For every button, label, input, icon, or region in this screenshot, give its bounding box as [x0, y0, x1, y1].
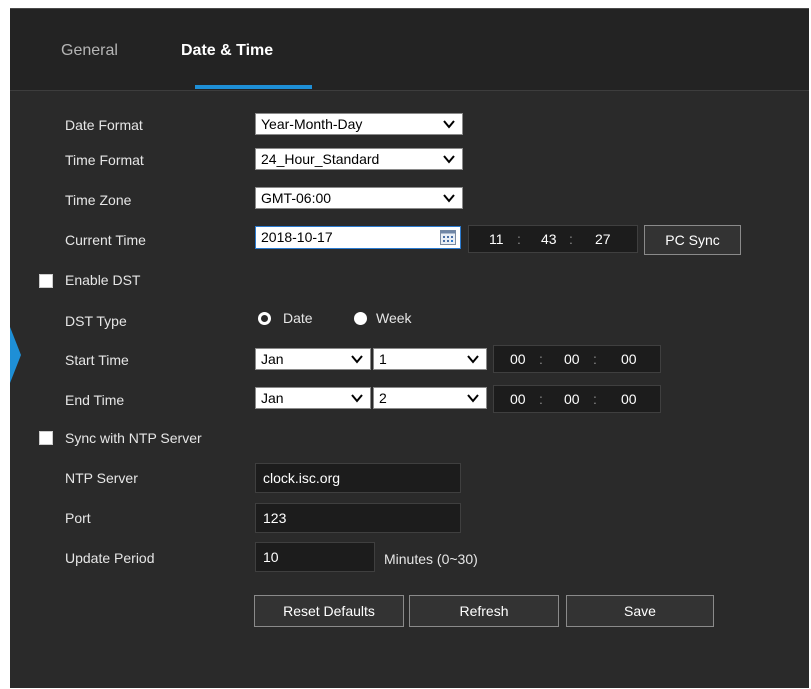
- chevron-down-icon: [467, 394, 479, 403]
- chevron-down-icon: [351, 355, 363, 364]
- chevron-down-icon: [443, 155, 455, 164]
- settings-panel: General Date & Time Date Format Year-Mon…: [10, 8, 809, 688]
- chevron-down-icon: [443, 194, 455, 203]
- tab-bar: General Date & Time: [10, 9, 809, 91]
- sync-ntp-label: Sync with NTP Server: [65, 430, 202, 446]
- reset-defaults-button[interactable]: Reset Defaults: [254, 595, 404, 627]
- time-separator: :: [539, 391, 543, 407]
- current-date-value: 2018-10-17: [261, 229, 333, 245]
- end-time-clock[interactable]: 00 : 00 : 00: [493, 385, 661, 413]
- update-period-unit: Minutes (0~30): [384, 551, 478, 567]
- end-time-label: End Time: [65, 392, 125, 408]
- time-format-value: 24_Hour_Standard: [261, 151, 380, 167]
- end-day-value: 2: [379, 390, 387, 406]
- current-date-input[interactable]: 2018-10-17: [255, 226, 461, 249]
- dst-type-date-label: Date: [283, 310, 313, 326]
- chevron-down-icon: [443, 120, 455, 129]
- current-minute[interactable]: 43: [541, 226, 557, 252]
- port-label: Port: [65, 510, 91, 526]
- dst-type-label: DST Type: [65, 313, 127, 329]
- calendar-icon[interactable]: [440, 230, 456, 245]
- time-separator: :: [517, 231, 521, 247]
- start-hour[interactable]: 00: [510, 346, 526, 372]
- time-zone-select[interactable]: GMT-06:00: [255, 187, 463, 209]
- date-format-label: Date Format: [65, 117, 143, 133]
- start-minute[interactable]: 00: [564, 346, 580, 372]
- current-time-clock[interactable]: 11 : 43 : 27: [468, 225, 638, 253]
- ntp-server-input[interactable]: clock.isc.org: [255, 463, 461, 493]
- current-time-label: Current Time: [65, 232, 146, 248]
- save-button[interactable]: Save: [566, 595, 714, 627]
- end-second[interactable]: 00: [621, 386, 637, 412]
- date-format-value: Year-Month-Day: [261, 116, 363, 132]
- time-zone-value: GMT-06:00: [261, 190, 332, 206]
- tab-date-time[interactable]: Date & Time: [181, 41, 273, 65]
- start-day-select[interactable]: 1: [373, 348, 487, 370]
- time-separator: :: [593, 391, 597, 407]
- update-period-input[interactable]: 10: [255, 542, 375, 572]
- tab-general[interactable]: General: [61, 41, 118, 65]
- time-separator: :: [569, 231, 573, 247]
- start-day-value: 1: [379, 351, 387, 367]
- date-format-select[interactable]: Year-Month-Day: [255, 113, 463, 135]
- start-month-value: Jan: [261, 351, 284, 367]
- end-minute[interactable]: 00: [564, 386, 580, 412]
- ntp-server-label: NTP Server: [65, 470, 138, 486]
- chevron-down-icon: [467, 355, 479, 364]
- time-format-select[interactable]: 24_Hour_Standard: [255, 148, 463, 170]
- end-day-select[interactable]: 2: [373, 387, 487, 409]
- current-second[interactable]: 27: [595, 226, 611, 252]
- chevron-down-icon: [351, 394, 363, 403]
- dst-type-week-label: Week: [376, 310, 412, 326]
- current-hour[interactable]: 11: [489, 226, 504, 252]
- enable-dst-label: Enable DST: [65, 272, 141, 288]
- refresh-button[interactable]: Refresh: [409, 595, 559, 627]
- start-month-select[interactable]: Jan: [255, 348, 371, 370]
- end-month-value: Jan: [261, 390, 284, 406]
- side-collapse-arrow-icon[interactable]: [10, 327, 21, 383]
- sync-ntp-checkbox[interactable]: [39, 431, 53, 445]
- end-hour[interactable]: 00: [510, 386, 526, 412]
- start-time-clock[interactable]: 00 : 00 : 00: [493, 345, 661, 373]
- active-tab-indicator: [195, 85, 312, 89]
- time-format-label: Time Format: [65, 152, 144, 168]
- start-time-label: Start Time: [65, 352, 129, 368]
- dst-type-week-radio[interactable]: [354, 312, 367, 325]
- time-zone-label: Time Zone: [65, 192, 132, 208]
- port-input[interactable]: 123: [255, 503, 461, 533]
- end-month-select[interactable]: Jan: [255, 387, 371, 409]
- time-separator: :: [539, 351, 543, 367]
- pc-sync-button[interactable]: PC Sync: [644, 225, 741, 255]
- enable-dst-checkbox[interactable]: [39, 274, 53, 288]
- dst-type-date-radio[interactable]: [258, 312, 271, 325]
- time-separator: :: [593, 351, 597, 367]
- start-second[interactable]: 00: [621, 346, 637, 372]
- update-period-label: Update Period: [65, 550, 155, 566]
